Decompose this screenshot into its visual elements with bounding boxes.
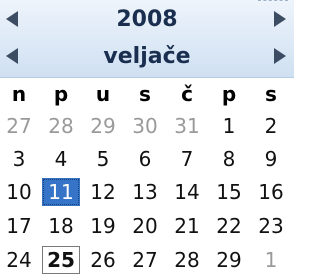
day-cell[interactable]: 26	[84, 246, 122, 274]
weekday-header: n p u s č p s	[0, 78, 294, 110]
day-cell[interactable]: 1	[210, 112, 248, 140]
day-cell[interactable]: 1	[252, 246, 290, 274]
day-cell[interactable]: 24	[0, 246, 38, 274]
weekday-label: u	[95, 82, 111, 106]
day-cell[interactable]: 12	[84, 178, 122, 206]
calendar-widget: 2008 veljače n p u s č p s 27 28 29 30 31 1 2 3…	[0, 0, 294, 279]
day-cell[interactable]: 13	[126, 178, 164, 206]
day-cell[interactable]: 27	[126, 246, 164, 274]
month-label: veljače	[103, 44, 191, 69]
day-cell[interactable]: 27	[0, 112, 38, 140]
weekday-label: p	[53, 82, 69, 106]
day-cell[interactable]: 22	[210, 212, 248, 240]
day-cell[interactable]: 8	[210, 145, 248, 173]
weekday-label: s	[265, 82, 277, 106]
day-cell[interactable]: 21	[168, 212, 206, 240]
day-cell[interactable]: 31	[168, 112, 206, 140]
day-cell[interactable]: 9	[252, 145, 290, 173]
selected-day-cell[interactable]: 11	[42, 178, 80, 206]
day-cell[interactable]: 17	[0, 212, 38, 240]
year-label: 2008	[116, 7, 178, 32]
today-day-cell[interactable]: 25	[42, 246, 80, 274]
day-cell[interactable]: 10	[0, 178, 38, 206]
day-cell[interactable]: 29	[210, 246, 248, 274]
weekday-label: č	[181, 82, 193, 106]
day-cell[interactable]: 4	[42, 145, 80, 173]
day-cell[interactable]: 20	[126, 212, 164, 240]
day-cell[interactable]: 29	[84, 112, 122, 140]
day-cell[interactable]: 16	[252, 178, 290, 206]
day-cell[interactable]: 23	[252, 212, 290, 240]
next-year-arrow-icon[interactable]	[274, 11, 286, 27]
day-cell[interactable]: 5	[84, 145, 122, 173]
day-grid: 27 28 29 30 31 1 2 3 4 5 6 7 8 9 10 11 12 13 14 15 16 17 18 19 2…	[0, 112, 294, 279]
calendar-header: 2008 veljače	[0, 0, 294, 78]
weekday-label: s	[139, 82, 151, 106]
weekday-label: n	[11, 82, 27, 106]
prev-month-arrow-icon[interactable]	[6, 48, 18, 64]
day-cell[interactable]: 2	[252, 112, 290, 140]
day-cell[interactable]: 18	[42, 212, 80, 240]
next-month-arrow-icon[interactable]	[274, 48, 286, 64]
day-cell[interactable]: 3	[0, 145, 38, 173]
day-cell[interactable]: 28	[168, 246, 206, 274]
day-cell[interactable]: 15	[210, 178, 248, 206]
day-cell[interactable]: 19	[84, 212, 122, 240]
day-cell[interactable]: 28	[42, 112, 80, 140]
day-cell[interactable]: 6	[126, 145, 164, 173]
year-row: 2008	[0, 1, 294, 38]
day-cell[interactable]: 14	[168, 178, 206, 206]
day-cell[interactable]: 7	[168, 145, 206, 173]
prev-year-arrow-icon[interactable]	[6, 11, 18, 27]
weekday-label: p	[221, 82, 237, 106]
day-cell[interactable]: 30	[126, 112, 164, 140]
month-row: veljače	[0, 38, 294, 75]
